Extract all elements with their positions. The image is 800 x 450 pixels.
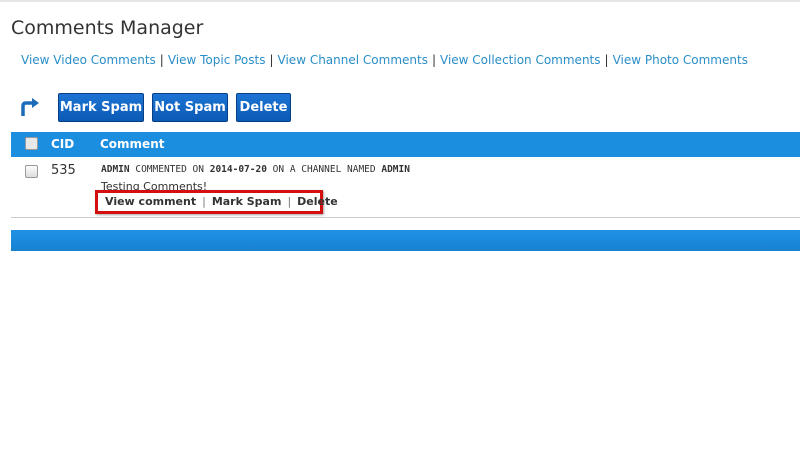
comment-channel: ADMIN	[381, 164, 410, 175]
comment-meta: ADMIN COMMENTED ON 2014-07-20 ON A CHANN…	[101, 164, 410, 175]
comment-author: ADMIN	[101, 164, 130, 175]
comment-meta-text: ON A CHANNEL NAMED	[272, 164, 376, 175]
row-checkbox[interactable]	[25, 165, 38, 178]
column-header-cid: CID	[51, 137, 75, 151]
nav-link-collection-comments[interactable]: View Collection Comments	[440, 53, 601, 67]
row-actions: View comment | Mark Spam | Delete	[105, 195, 338, 208]
row-delete-link[interactable]: Delete	[297, 195, 338, 208]
nav-link-video-comments[interactable]: View Video Comments	[21, 53, 156, 67]
redirect-arrow-icon[interactable]	[19, 97, 41, 117]
comment-type-nav: View Video Comments | View Topic Posts | Vie…	[21, 53, 748, 67]
nav-link-photo-comments[interactable]: View Photo Comments	[613, 53, 748, 67]
nav-link-topic-posts[interactable]: View Topic Posts	[168, 53, 266, 67]
action-separator: |	[202, 195, 206, 208]
nav-separator: |	[431, 53, 436, 67]
top-border	[0, 0, 800, 2]
table-header: CID Comment	[11, 132, 800, 157]
nav-separator: |	[269, 53, 274, 67]
page-title: Comments Manager	[11, 17, 204, 39]
comment-date: 2014-07-20	[209, 164, 267, 175]
delete-button[interactable]: Delete	[236, 93, 291, 122]
row-divider	[11, 217, 800, 218]
comment-meta-text: COMMENTED ON	[135, 164, 204, 175]
row-cid: 535	[51, 163, 76, 178]
row-actions-highlight: View comment | Mark Spam | Delete	[95, 190, 338, 214]
select-all-checkbox[interactable]	[25, 137, 38, 150]
view-comment-link[interactable]: View comment	[105, 195, 196, 208]
nav-separator: |	[159, 53, 164, 67]
nav-separator: |	[604, 53, 609, 67]
action-separator: |	[287, 195, 292, 208]
nav-link-channel-comments[interactable]: View Channel Comments	[278, 53, 428, 67]
not-spam-button[interactable]: Not Spam	[152, 93, 228, 122]
mark-spam-button[interactable]: Mark Spam	[58, 93, 144, 122]
column-header-comment: Comment	[100, 137, 165, 151]
table-footer	[11, 230, 800, 251]
row-mark-spam-link[interactable]: Mark Spam	[212, 195, 282, 208]
